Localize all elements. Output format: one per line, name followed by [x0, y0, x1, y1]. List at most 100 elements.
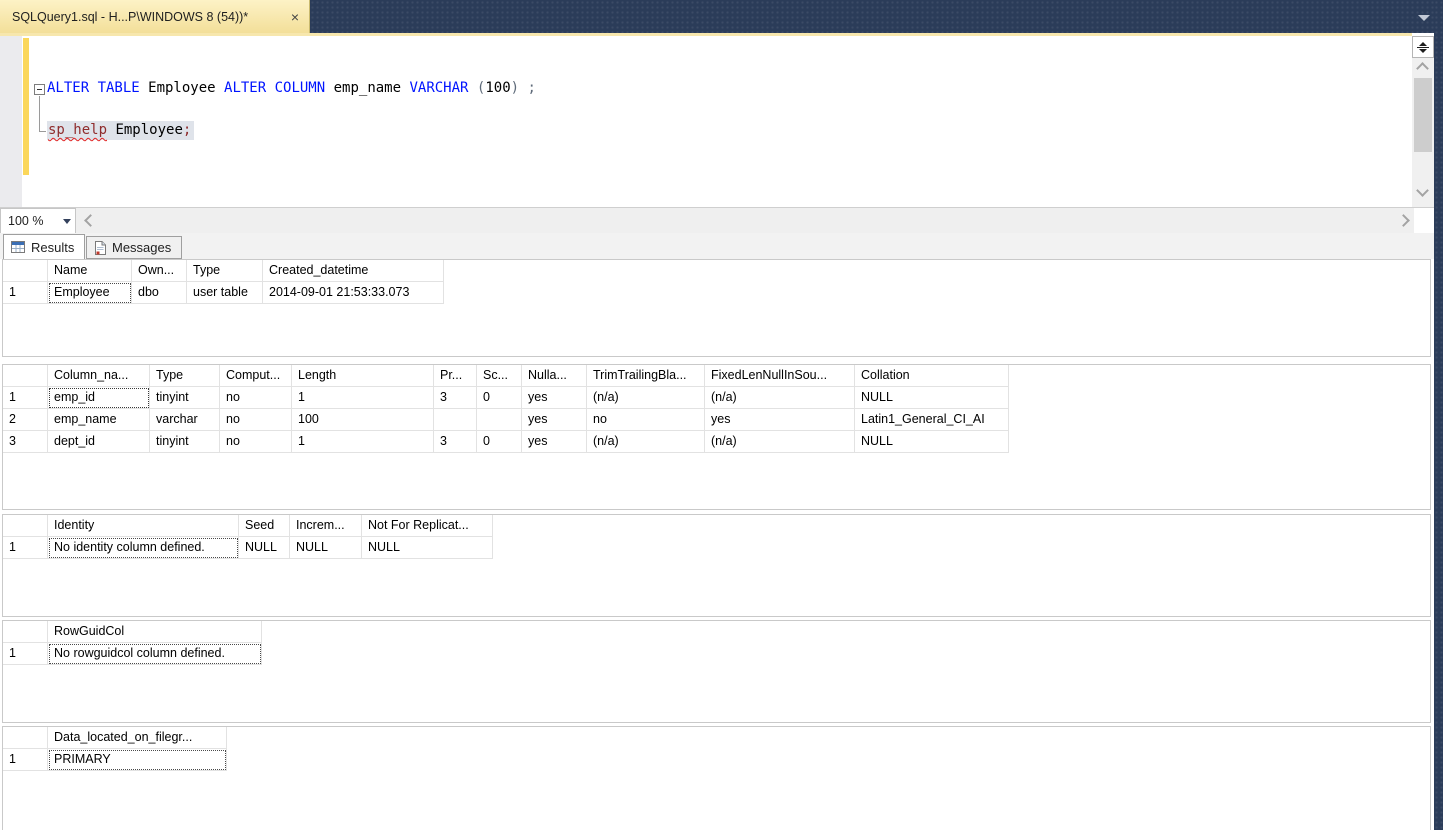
result-panel-filegroup: Data_located_on_filegr... 1 PRIMARY: [2, 726, 1431, 830]
editor-horizontal-scrollbar[interactable]: 100 %: [0, 207, 1434, 234]
column-header[interactable]: Data_located_on_filegr...: [47, 727, 227, 749]
grid-cell[interactable]: PRIMARY: [47, 748, 227, 771]
grid-cell[interactable]: dbo: [131, 281, 187, 304]
grid-cell[interactable]: emp_name: [47, 408, 150, 431]
grid-cell[interactable]: tinyint: [149, 386, 220, 409]
grid-cell[interactable]: 1: [291, 430, 434, 453]
column-header[interactable]: Own...: [131, 260, 187, 282]
scroll-up-icon[interactable]: [1416, 62, 1429, 75]
row-number[interactable]: 1: [3, 748, 48, 771]
column-header[interactable]: Column_na...: [47, 365, 150, 387]
sql-editor[interactable]: ALTER TABLE Employee ALTER COLUMN emp_na…: [0, 36, 1412, 207]
column-header[interactable]: RowGuidCol: [47, 621, 262, 643]
grid-cell[interactable]: No identity column defined.: [47, 536, 239, 559]
grid-cell[interactable]: 1: [291, 386, 434, 409]
row-number[interactable]: 1: [3, 536, 48, 559]
tab-results[interactable]: Results: [3, 234, 86, 259]
code-line[interactable]: sp_help Employee;: [47, 120, 195, 140]
grid-cell[interactable]: user table: [186, 281, 263, 304]
row-number[interactable]: 1: [3, 642, 48, 665]
close-icon[interactable]: ×: [291, 10, 299, 24]
grid-cell[interactable]: tinyint: [149, 430, 220, 453]
column-header[interactable]: Name: [47, 260, 132, 282]
grid-cell[interactable]: 0: [476, 386, 522, 409]
grid-cell[interactable]: [476, 408, 522, 431]
column-header[interactable]: Not For Replicat...: [361, 515, 493, 537]
row-number-header[interactable]: [3, 621, 48, 643]
scroll-right-icon[interactable]: [1397, 214, 1410, 227]
grid-cell[interactable]: 0: [476, 430, 522, 453]
grid-cell[interactable]: 3: [433, 430, 477, 453]
column-header[interactable]: Created_datetime: [262, 260, 444, 282]
column-header[interactable]: Type: [149, 365, 220, 387]
grid-cell[interactable]: yes: [521, 408, 587, 431]
row-number-header[interactable]: [3, 260, 48, 282]
grid-cell[interactable]: yes: [704, 408, 855, 431]
code-line[interactable]: ALTER TABLE Employee ALTER COLUMN emp_na…: [47, 78, 536, 98]
code-token: ): [510, 80, 520, 96]
grid-cell[interactable]: NULL: [854, 386, 1009, 409]
grid-cell[interactable]: [433, 408, 477, 431]
table-row: 1 No rowguidcol column defined.: [3, 642, 262, 665]
grid-cell[interactable]: dept_id: [47, 430, 150, 453]
grid-cell[interactable]: yes: [521, 386, 587, 409]
column-header[interactable]: Increm...: [289, 515, 362, 537]
chevron-down-icon[interactable]: [1418, 15, 1430, 21]
row-number[interactable]: 1: [3, 386, 48, 409]
grid-cell[interactable]: Latin1_General_CI_AI: [854, 408, 1009, 431]
grid-cell[interactable]: NULL: [289, 536, 362, 559]
tab-messages[interactable]: Messages: [86, 236, 183, 259]
row-number-header[interactable]: [3, 727, 48, 749]
column-header[interactable]: Seed: [238, 515, 290, 537]
grid-cell[interactable]: yes: [521, 430, 587, 453]
grid-cell[interactable]: varchar: [149, 408, 220, 431]
grid-cell[interactable]: no: [219, 408, 292, 431]
scroll-down-icon[interactable]: [1416, 184, 1429, 197]
row-number-header[interactable]: [3, 515, 48, 537]
row-number[interactable]: 1: [3, 281, 48, 304]
grid-cell[interactable]: (n/a): [704, 386, 855, 409]
grid-cell[interactable]: 2014-09-01 21:53:33.073: [262, 281, 444, 304]
document-tab[interactable]: SQLQuery1.sql - H...P\WINDOWS 8 (54))* ×: [0, 0, 310, 33]
window-right-edge: [1434, 0, 1443, 830]
grid-cell[interactable]: (n/a): [704, 430, 855, 453]
grid-cell[interactable]: 3: [433, 386, 477, 409]
column-header[interactable]: Comput...: [219, 365, 292, 387]
editor-splitter-handle[interactable]: [1412, 36, 1434, 58]
grid-cell[interactable]: NULL: [238, 536, 290, 559]
row-number-header[interactable]: [3, 365, 48, 387]
result-panel-table-summary: Name Own... Type Created_datetime 1 Employee d…: [2, 259, 1431, 357]
editor-vertical-scrollbar[interactable]: [1412, 36, 1434, 207]
grid-cell[interactable]: NULL: [854, 430, 1009, 453]
column-header[interactable]: Type: [186, 260, 263, 282]
zoom-dropdown-button[interactable]: [58, 209, 75, 233]
grid-cell[interactable]: (n/a): [586, 386, 705, 409]
zoom-control[interactable]: 100 %: [0, 208, 76, 234]
grid-cell[interactable]: 100: [291, 408, 434, 431]
ssms-window: SQLQuery1.sql - H...P\WINDOWS 8 (54))* ×…: [0, 0, 1443, 830]
grid-cell[interactable]: (n/a): [586, 430, 705, 453]
row-number[interactable]: 3: [3, 430, 48, 453]
column-header[interactable]: Nulla...: [521, 365, 587, 387]
grid-cell[interactable]: No rowguidcol column defined.: [47, 642, 262, 665]
column-header[interactable]: TrimTrailingBla...: [586, 365, 705, 387]
zoom-value: 100 %: [8, 214, 44, 228]
grid-cell[interactable]: Employee: [47, 281, 132, 304]
column-header[interactable]: FixedLenNullInSou...: [704, 365, 855, 387]
scroll-left-icon[interactable]: [84, 214, 97, 227]
column-header[interactable]: Sc...: [476, 365, 522, 387]
column-header[interactable]: Pr...: [433, 365, 477, 387]
column-header[interactable]: Length: [291, 365, 434, 387]
grid-cell[interactable]: no: [219, 386, 292, 409]
code-collapse-icon[interactable]: [34, 84, 45, 95]
grid-cell[interactable]: no: [586, 408, 705, 431]
row-number[interactable]: 2: [3, 408, 48, 431]
grid-cell[interactable]: NULL: [361, 536, 493, 559]
column-header[interactable]: Identity: [47, 515, 239, 537]
identity-info-table: Identity Seed Increm... Not For Replicat...…: [3, 515, 493, 559]
vertical-scroll-thumb[interactable]: [1414, 78, 1432, 152]
grid-cell[interactable]: no: [219, 430, 292, 453]
column-header[interactable]: Collation: [854, 365, 1009, 387]
column-details-table: Column_na... Type Comput... Length Pr... Sc..…: [3, 365, 1009, 453]
grid-cell[interactable]: emp_id: [47, 386, 150, 409]
